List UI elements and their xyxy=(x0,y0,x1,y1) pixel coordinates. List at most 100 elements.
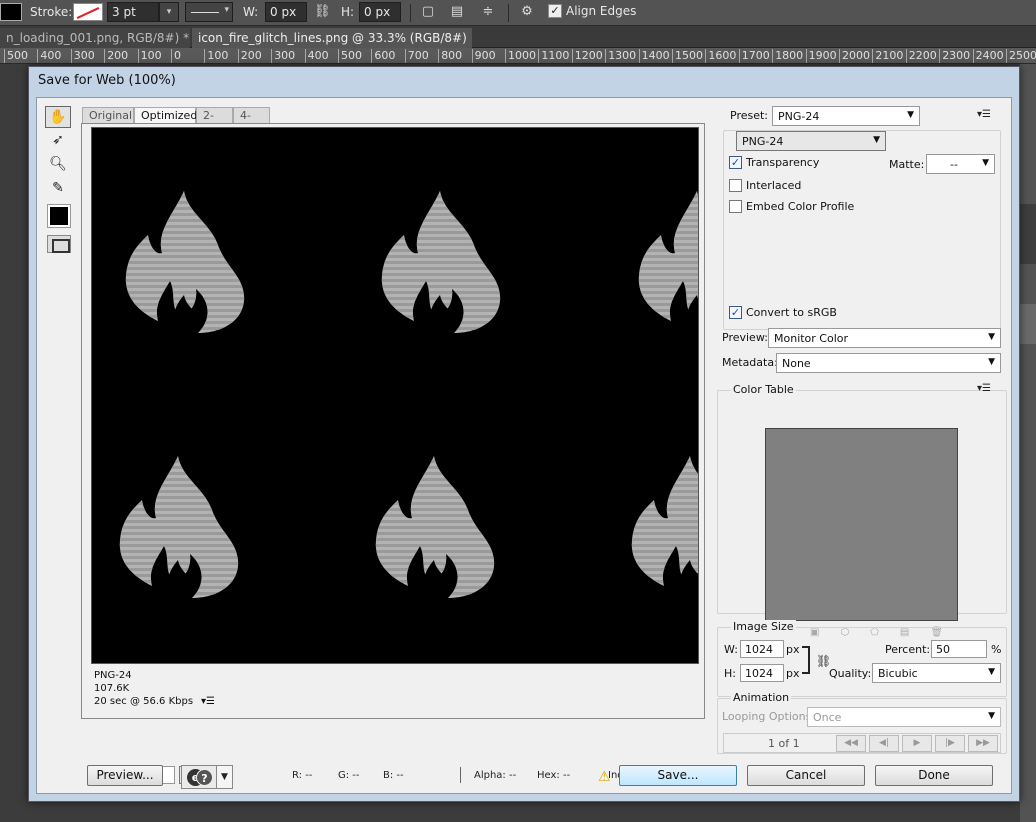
file-format-dropdown[interactable]: PNG-24 xyxy=(736,131,886,151)
path-arrangement-icon[interactable]: ≑ xyxy=(478,3,498,23)
dialog-body: ✋ ➶ 🔍︎ ✎ Original Optimized 2-Up 4-Up PN… xyxy=(36,97,1012,794)
align-edges-checkbox[interactable]: ✓ xyxy=(548,4,562,18)
horizontal-ruler[interactable]: 500 400 300 200 100 0 100 200 300 400 500 600 700 800… xyxy=(0,48,1036,64)
eyedropper-color-swatch[interactable] xyxy=(47,204,71,228)
ruler-tick-label: 800 xyxy=(438,49,462,63)
embed-color-profile-checkbox[interactable] xyxy=(729,200,742,213)
metadata-dropdown[interactable]: None xyxy=(776,353,1001,373)
transparency-checkbox[interactable]: ✓ xyxy=(729,156,742,169)
gear-icon[interactable]: ⚙ xyxy=(517,3,537,23)
matte-dropdown[interactable]: -- xyxy=(926,154,995,174)
cancel-button[interactable]: Cancel xyxy=(747,765,865,786)
image-height-field[interactable]: 1024 xyxy=(740,664,784,682)
ruler-tick-label: 600 xyxy=(371,49,395,63)
percent-field[interactable]: 50 xyxy=(931,640,987,658)
optimized-preview-canvas[interactable] xyxy=(91,127,699,664)
toggle-slices-icon[interactable] xyxy=(47,235,71,253)
path-alignment-icon[interactable]: ▤ xyxy=(447,3,467,23)
stroke-width-dropdown[interactable]: ▾ xyxy=(159,2,179,22)
fire-icon xyxy=(627,183,698,333)
tab-fire-document[interactable]: icon_fire_glitch_lines.png @ 33.3% (RGB/… xyxy=(192,28,472,48)
animation-label: Animation xyxy=(731,691,792,704)
ruler-tick-label: 2500 xyxy=(1006,49,1036,63)
image-width-field[interactable]: 1024 xyxy=(740,640,784,658)
done-button[interactable]: Done xyxy=(875,765,993,786)
fire-icon xyxy=(620,448,698,598)
quality-dropdown[interactable]: Bicubic xyxy=(872,663,1001,683)
ruler-tick-label: 1600 xyxy=(705,49,736,63)
color-table-label: Color Table xyxy=(731,383,796,396)
ruler-tick-label: 200 xyxy=(104,49,128,63)
stroke-color-swatch[interactable] xyxy=(73,3,103,21)
save-for-web-dialog: Save for Web (100%) ✋ ➶ 🔍︎ ✎ Original Op… xyxy=(28,66,1020,802)
ruler-tick-label: 1900 xyxy=(805,49,837,63)
download-speed-menu-icon[interactable]: ▾☰ xyxy=(201,696,215,707)
hand-tool-icon[interactable]: ✋ xyxy=(45,106,71,128)
interlaced-checkbox[interactable] xyxy=(729,179,742,192)
zoom-tool-icon[interactable]: 🔍︎ xyxy=(45,154,71,176)
eyedropper-tool-icon[interactable]: ✎ xyxy=(45,178,71,200)
slice-select-tool-icon[interactable]: ➶ xyxy=(45,130,71,152)
stroke-width-field[interactable]: 3 pt xyxy=(107,2,159,22)
looping-options-dropdown[interactable]: Once xyxy=(807,707,1001,727)
percent-label: Percent: xyxy=(885,643,931,656)
tab-label: n_loading_001.png, RGB/8#) * xyxy=(6,31,190,45)
ruler-tick-label: 1300 xyxy=(605,49,636,63)
alpha-readout: Alpha: -- xyxy=(474,770,517,781)
ruler-tick-label: 2300 xyxy=(939,49,970,63)
next-frame-button[interactable]: |▶ xyxy=(935,735,965,752)
save-button[interactable]: Save... xyxy=(619,765,737,786)
red-readout: R: -- xyxy=(292,770,313,781)
color-table-menu-icon[interactable]: ▾☰ xyxy=(977,383,991,394)
link-icon[interactable]: ⛓ xyxy=(314,4,331,19)
preview-in-browser-button[interactable]: e ? ▼ xyxy=(181,765,233,789)
tab-optimized[interactable]: Optimized xyxy=(134,107,197,123)
ruler-tick-label: 2200 xyxy=(905,49,937,63)
percent-unit: % xyxy=(991,643,1002,656)
previous-frame-button[interactable]: ◀| xyxy=(869,735,899,752)
first-frame-button[interactable]: ◀◀ xyxy=(836,735,866,752)
color-table-swatches[interactable] xyxy=(765,428,958,621)
stroke-style-dropdown[interactable] xyxy=(185,2,233,22)
quality-label: Quality: xyxy=(829,667,872,680)
download-time-readout: 20 sec @ 56.6 Kbps xyxy=(94,696,194,707)
width-label: W: xyxy=(243,5,259,19)
tab-original[interactable]: Original xyxy=(82,107,134,123)
ruler-tick-label: 0 xyxy=(171,49,181,63)
green-readout: G: -- xyxy=(338,770,360,781)
ruler-tick-label: 2000 xyxy=(839,49,870,63)
ruler-tick-label: 1200 xyxy=(571,49,603,63)
hex-readout: Hex: -- xyxy=(537,770,571,781)
tab-loading-document[interactable]: n_loading_001.png, RGB/8#) *× xyxy=(0,28,190,48)
optimize-menu-icon[interactable]: ▾☰ xyxy=(977,109,991,120)
dialog-title: Save for Web (100%) xyxy=(38,73,176,88)
ruler-tick-label: 500 xyxy=(338,49,362,63)
width-field[interactable]: 0 px xyxy=(265,2,307,22)
ruler-tick-label: 700 xyxy=(404,49,429,63)
ruler-tick-label: 400 xyxy=(304,49,329,63)
ruler-tick-label: 2400 xyxy=(972,49,1004,63)
width-label: W: xyxy=(724,643,738,656)
preview-button[interactable]: Preview... xyxy=(87,765,163,786)
height-field[interactable]: 0 px xyxy=(359,2,401,22)
divider xyxy=(460,767,461,783)
tab-2-up[interactable]: 2-Up xyxy=(196,107,233,135)
optimization-info: PNG-24 107.6K 20 sec @ 56.6 Kbps ▾☰ xyxy=(94,669,215,708)
ruler-tick-label: 1500 xyxy=(672,49,703,63)
convert-srgb-checkbox[interactable]: ✓ xyxy=(729,306,742,319)
path-operations-icon[interactable]: ▢ xyxy=(418,3,438,23)
height-label: H: xyxy=(724,667,736,680)
image-size-group xyxy=(717,627,1007,697)
preset-dropdown[interactable]: PNG-24 xyxy=(772,106,920,126)
preview-dropdown[interactable]: Monitor Color xyxy=(768,328,1001,348)
ruler-tick-label: 1100 xyxy=(538,49,569,63)
constrain-proportions-icon[interactable]: ⛓ xyxy=(816,654,831,668)
metadata-label: Metadata: xyxy=(722,356,778,369)
play-button[interactable]: ▶ xyxy=(902,735,932,752)
ruler-tick-label: 1000 xyxy=(505,49,536,63)
tab-4-up[interactable]: 4-Up xyxy=(233,107,270,135)
chevron-down-icon[interactable]: ▼ xyxy=(216,766,232,788)
tool-preset-swatch[interactable] xyxy=(0,3,22,21)
ruler-tick-label: 1400 xyxy=(638,49,670,63)
last-frame-button[interactable]: ▶▶ xyxy=(968,735,998,752)
